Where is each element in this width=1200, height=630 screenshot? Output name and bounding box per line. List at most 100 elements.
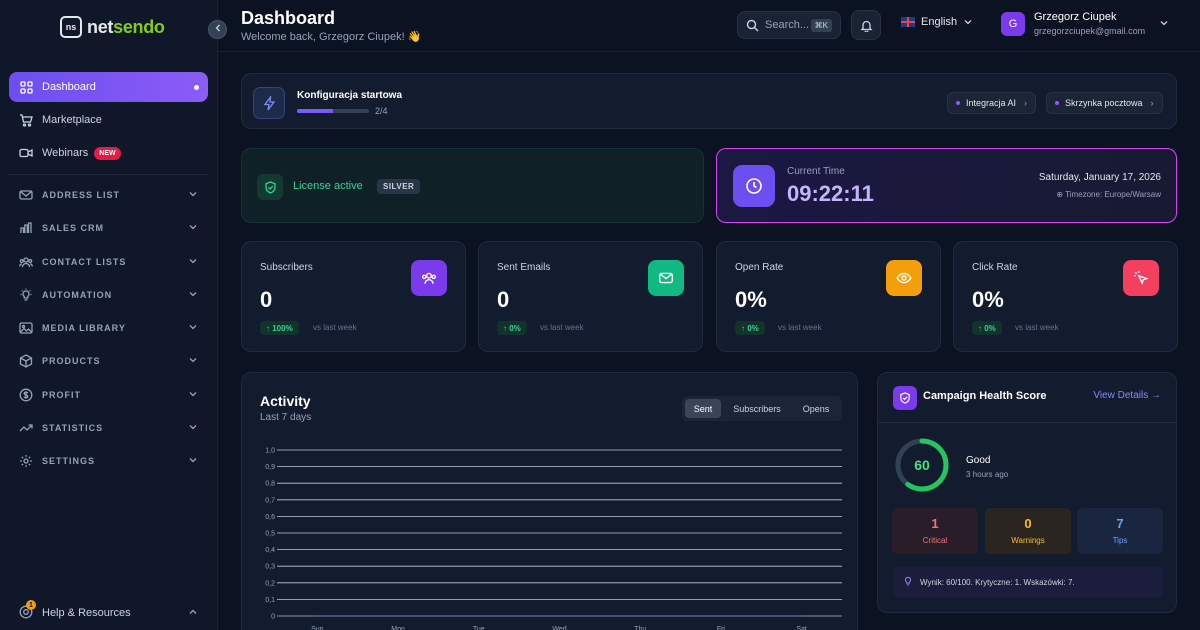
activity-title: Activity — [260, 393, 311, 409]
notifications-button[interactable] — [851, 10, 881, 40]
chevron-down-icon — [1159, 15, 1169, 33]
tab-opens[interactable]: Opens — [793, 399, 839, 418]
mailbox-pill[interactable]: Skrzynka pocztowa › — [1046, 92, 1163, 114]
sidebar-group-label: STATISTICS — [42, 423, 104, 434]
activity-tabs: Sent Subscribers Opens — [682, 396, 842, 421]
sidebar-group-statistics[interactable]: STATISTICS — [9, 413, 208, 443]
chevron-down-icon — [188, 289, 198, 301]
pill-dot — [956, 101, 960, 105]
gear-icon — [19, 454, 33, 468]
chevron-down-icon — [188, 355, 198, 367]
bulb-icon — [19, 288, 33, 302]
mail-icon — [648, 260, 684, 296]
sidebar-group-label: CONTACT LISTS — [42, 256, 127, 267]
tab-sent[interactable]: Sent — [685, 399, 721, 418]
health-summary: Wynik: 60/100. Krytyczne: 1. Wskazówki: … — [893, 567, 1163, 597]
ai-integration-pill[interactable]: Integracja AI › — [947, 92, 1037, 114]
stat-value: 0 — [260, 287, 273, 312]
bar-chart-icon — [19, 221, 33, 235]
bulb-icon — [903, 576, 913, 588]
mail-icon — [19, 188, 33, 202]
new-badge: NEW — [94, 146, 121, 160]
pill-dot — [1055, 101, 1059, 105]
sidebar-item-webinars[interactable]: Webinars NEW — [9, 138, 208, 168]
bell-icon — [859, 19, 873, 32]
license-card: License active SILVER — [241, 148, 704, 223]
language-selector[interactable]: English — [901, 16, 973, 28]
x-tick-label: Tue — [473, 626, 485, 630]
license-status: License active — [293, 180, 363, 192]
search-icon — [746, 19, 759, 32]
sidebar-item-marketplace[interactable]: Marketplace — [9, 105, 208, 135]
welcome-message: Welcome back, Grzegorz Ciupek! 👋 — [241, 31, 422, 43]
x-tick-label: Thu — [634, 626, 646, 630]
search-button[interactable]: Search... ⌘K — [737, 11, 841, 39]
sidebar-group-address-list[interactable]: ADDRESS LIST — [9, 180, 208, 210]
image-icon — [19, 321, 33, 335]
help-resources-button[interactable]: 1 Help & Resources — [9, 600, 208, 626]
sidebar-group-label: ADDRESS LIST — [42, 190, 121, 200]
license-tier-badge: SILVER — [377, 179, 421, 194]
avatar: G — [1001, 11, 1025, 36]
stat-value: 0% — [735, 287, 767, 312]
stat-value: 0% — [972, 287, 1004, 312]
chevron-down-icon — [188, 189, 198, 201]
eye-icon — [886, 260, 922, 296]
users-icon — [19, 255, 33, 269]
sidebar-group-settings[interactable]: SETTINGS — [9, 446, 208, 476]
view-details-link[interactable]: View Details → — [1093, 390, 1161, 401]
stat-comparison: vs last week — [313, 323, 357, 332]
tips-box[interactable]: 7 Tips — [1077, 508, 1163, 554]
brand-name: netsendo — [87, 16, 165, 37]
stat-value: 0 — [497, 287, 510, 312]
stat-change: ↑ 0% — [735, 321, 765, 335]
y-tick-label: 0,2 — [265, 580, 275, 587]
sidebar-group-products[interactable]: PRODUCTS — [9, 346, 208, 376]
sidebar-group-contact-lists[interactable]: CONTACT LISTS — [9, 247, 208, 277]
sidebar-group-automation[interactable]: AUTOMATION — [9, 280, 208, 310]
sidebar-item-label: Webinars — [42, 147, 89, 159]
critical-label: Critical — [922, 536, 948, 545]
summary-text: Wynik: 60/100. Krytyczne: 1. Wskazówki: … — [920, 577, 1075, 587]
user-menu[interactable]: G Grzegorz Ciupek grzegorzciupek@gmail.c… — [1001, 11, 1169, 36]
sidebar-group-label: MEDIA LIBRARY — [42, 323, 126, 334]
help-label: Help & Resources — [42, 607, 131, 619]
sidebar-group-label: SETTINGS — [42, 456, 96, 467]
top-bar: Dashboard Welcome back, Grzegorz Ciupek!… — [218, 0, 1200, 52]
sidebar-item-dashboard[interactable]: Dashboard — [9, 72, 208, 102]
chevron-up-icon — [188, 607, 198, 620]
critical-count: 1 — [931, 516, 939, 531]
active-dot — [194, 84, 199, 90]
chevron-down-icon — [188, 256, 198, 268]
tab-subscribers[interactable]: Subscribers — [721, 399, 793, 418]
sidebar-group-media-library[interactable]: MEDIA LIBRARY — [9, 313, 208, 343]
chevron-down-icon — [188, 455, 198, 467]
activity-chart: 1,0 0,9 0,8 0,7 0,6 0,5 0,4 0,3 0,2 0,1 0 Sun Mon Tue… — [265, 448, 842, 630]
pill-label: Integracja AI — [966, 98, 1017, 108]
trend-icon — [19, 421, 33, 435]
warnings-box[interactable]: 0 Warnings — [985, 508, 1071, 554]
x-tick-label: Mon — [391, 626, 405, 630]
health-status: Good — [966, 455, 991, 466]
tips-count: 7 — [1116, 516, 1124, 531]
cart-icon — [19, 113, 33, 127]
help-icon: 1 — [19, 600, 36, 621]
search-placeholder: Search... — [765, 19, 810, 31]
chevron-down-icon — [188, 322, 198, 334]
help-notification-badge: 1 — [26, 600, 36, 610]
stat-label: Subscribers — [260, 262, 313, 273]
current-time-card: Current Time 09:22:11 Saturday, January … — [716, 148, 1177, 223]
sidebar-group-label: PROFIT — [42, 389, 81, 400]
critical-box[interactable]: 1 Critical — [892, 508, 978, 554]
stat-comparison: vs last week — [778, 323, 822, 332]
sidebar-group-profit[interactable]: PROFIT — [9, 380, 208, 410]
time-label: Current Time — [787, 166, 845, 177]
app-root: ns netsendo Dashboard Marketplace Webina… — [0, 0, 1200, 630]
sidebar-group-sales-crm[interactable]: SALES CRM — [9, 213, 208, 243]
y-tick-label: 0,8 — [265, 481, 275, 488]
y-tick-label: 0,3 — [265, 564, 275, 571]
brand-logo[interactable]: ns netsendo — [60, 16, 165, 38]
stat-comparison: vs last week — [540, 323, 584, 332]
sidebar-collapse-button[interactable] — [208, 20, 227, 39]
stat-label: Click Rate — [972, 262, 1018, 273]
